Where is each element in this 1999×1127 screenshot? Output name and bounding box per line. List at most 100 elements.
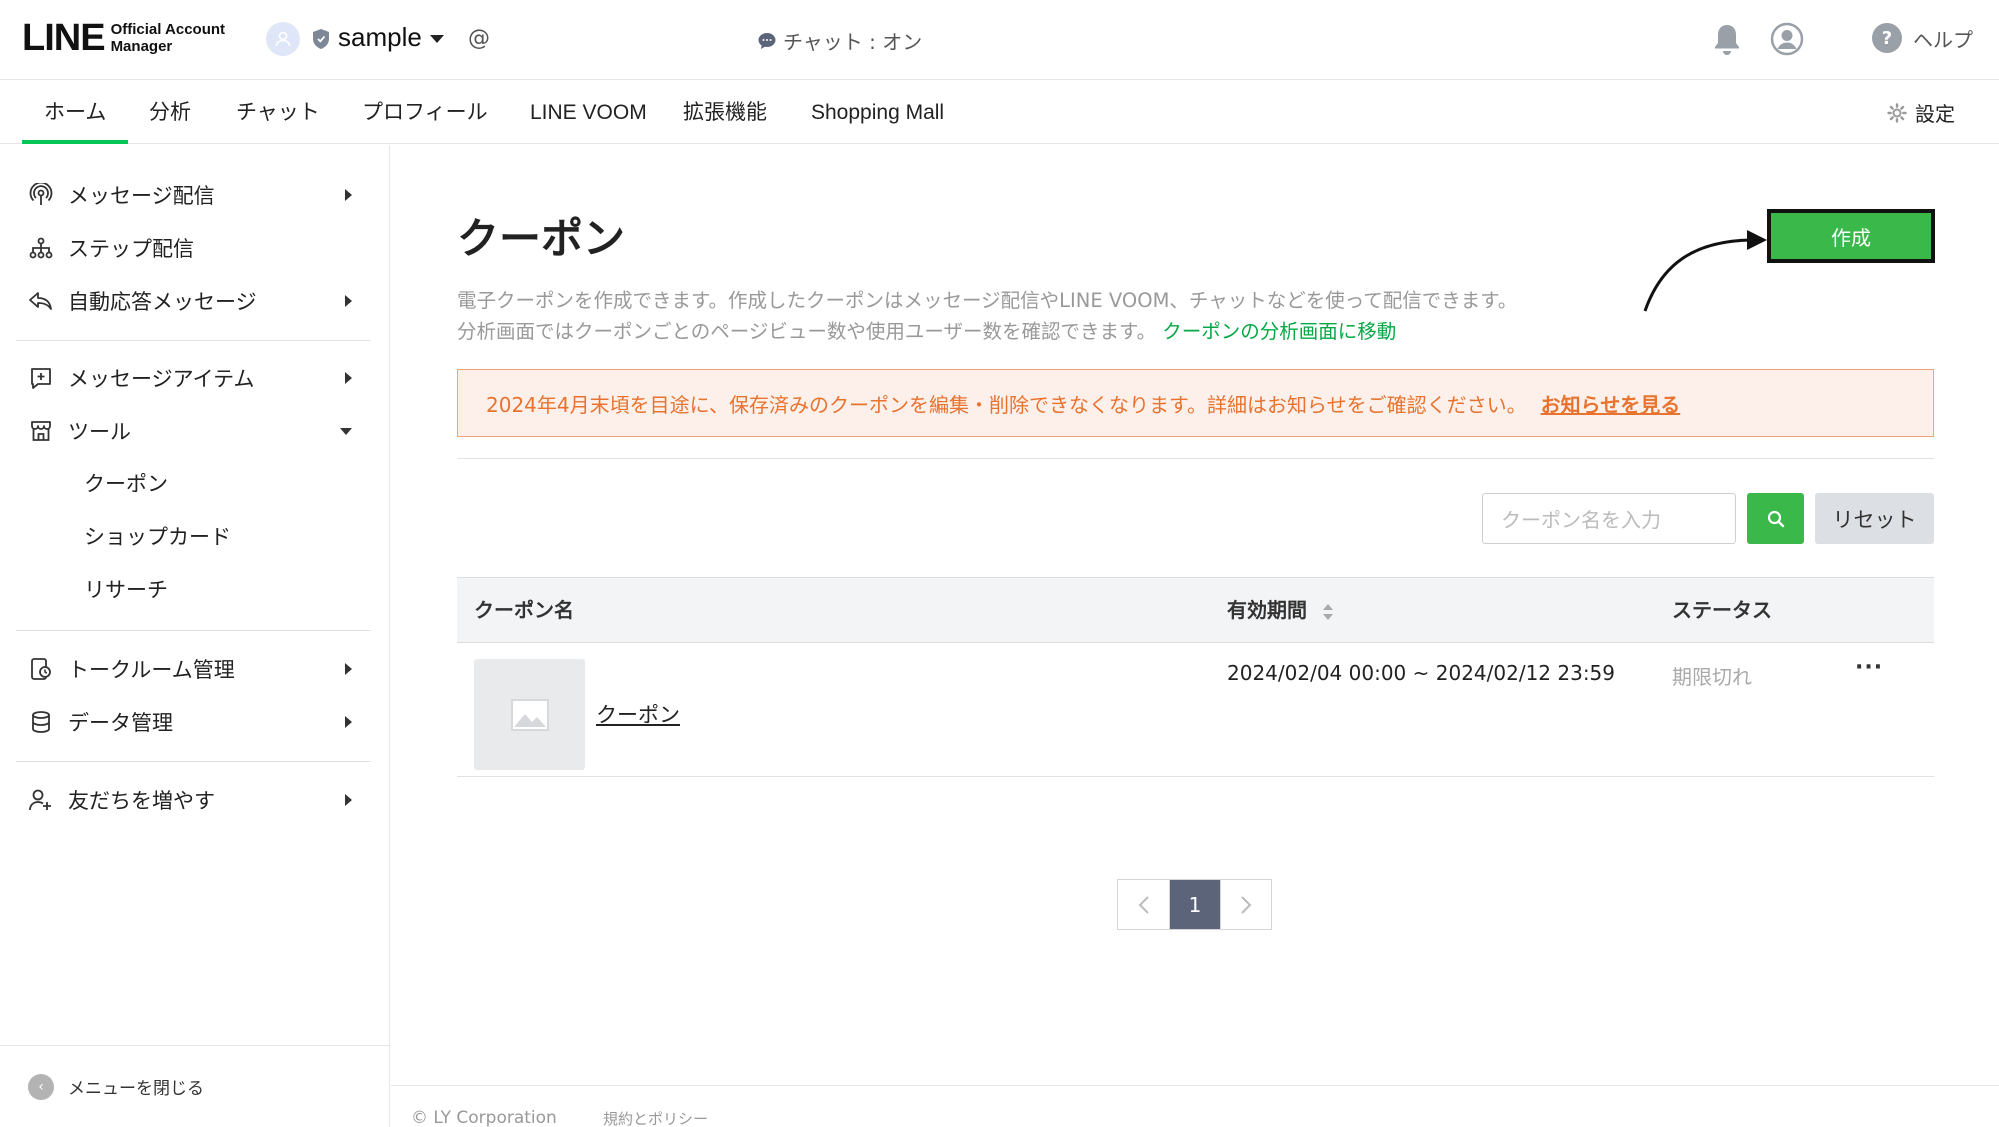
account-switch-caret-icon[interactable] xyxy=(430,35,444,43)
footer: © LY Corporation 規約とポリシー xyxy=(391,1085,1999,1127)
sidebar-item-message-delivery[interactable]: メッセージ配信 xyxy=(0,169,390,221)
account-avatar[interactable] xyxy=(266,22,300,56)
search-button[interactable] xyxy=(1747,493,1804,544)
chevron-left-icon xyxy=(1138,895,1149,914)
tab-shopping-mall[interactable]: Shopping Mall xyxy=(789,81,966,144)
notice-text: 2024年4月末頃を目途に、保存済みのクーポンを編集・削除できなくなります。詳細… xyxy=(486,392,1527,417)
tab-line-voom[interactable]: LINE VOOM xyxy=(508,81,669,144)
tab-chat[interactable]: チャット xyxy=(214,81,342,144)
tab-analytics[interactable]: 分析 xyxy=(127,81,213,144)
sidebar-item-label: トークルーム管理 xyxy=(68,658,235,682)
coupon-search-input[interactable]: クーポン名を入力 xyxy=(1482,493,1736,544)
sidebar-item-label: ステップ配信 xyxy=(68,237,194,261)
sidebar: メッセージ配信 ステップ配信 自動応答メッセージ メッセージアイテム ツール ク… xyxy=(0,145,390,1127)
search-icon xyxy=(1767,510,1784,527)
coupon-status: 期限切れ xyxy=(1672,665,1752,689)
shop-icon xyxy=(28,418,54,444)
sidebar-item-label: 友だちを増やす xyxy=(68,789,215,813)
chevron-right-icon xyxy=(345,295,352,307)
chat-status-toggle[interactable]: チャット : オン xyxy=(757,26,922,55)
talkroom-icon xyxy=(28,656,54,682)
account-id: @ xyxy=(468,26,490,51)
chevron-right-icon xyxy=(345,189,352,201)
chevron-right-icon xyxy=(345,663,352,675)
chevron-down-icon xyxy=(340,427,352,435)
step-tree-icon xyxy=(28,235,54,261)
sidebar-divider xyxy=(16,340,371,341)
tab-profile[interactable]: プロフィール xyxy=(340,81,510,144)
top-header: LINE Official Account Manager sample @ チ… xyxy=(0,0,1999,80)
column-header-status: ステータス xyxy=(1672,598,1772,622)
coupon-thumbnail xyxy=(474,659,585,770)
settings-label: 設定 xyxy=(1915,102,1955,126)
coupon-table-header: クーポン名 有効期間 ステータス xyxy=(457,577,1934,643)
table-row: クーポン 2024/02/04 00:00 ~ 2024/02/12 23:59… xyxy=(457,643,1934,777)
chevron-right-icon xyxy=(345,372,352,384)
more-options-icon[interactable]: ··· xyxy=(1855,655,1883,680)
account-name[interactable]: sample xyxy=(338,22,422,53)
sidebar-item-label: メッセージアイテム xyxy=(68,367,255,391)
footer-terms-link[interactable]: 規約とポリシー xyxy=(603,1108,708,1127)
sidebar-item-talkroom[interactable]: トークルーム管理 xyxy=(0,643,390,695)
sidebar-item-auto-reply[interactable]: 自動応答メッセージ xyxy=(0,275,390,327)
sidebar-item-data-management[interactable]: データ管理 xyxy=(0,696,390,748)
page-number-current[interactable]: 1 xyxy=(1169,880,1220,929)
prev-page-button[interactable] xyxy=(1118,880,1169,929)
main-content: クーポン 作成 電子クーポンを作成できます。作成したクーポンはメッセージ配信やL… xyxy=(391,145,1999,1127)
sidebar-divider xyxy=(16,630,371,631)
close-menu-button[interactable]: ‹ メニューを閉じる xyxy=(0,1045,390,1127)
sidebar-item-tools[interactable]: ツール xyxy=(0,405,390,457)
search-placeholder: クーポン名を入力 xyxy=(1501,508,1661,532)
sidebar-subitem-research[interactable]: リサーチ xyxy=(84,564,168,616)
next-page-button[interactable] xyxy=(1220,880,1271,929)
tab-home[interactable]: ホーム xyxy=(22,81,129,144)
sidebar-divider xyxy=(16,761,371,762)
settings-link[interactable]: 設定 xyxy=(1887,81,1955,144)
sidebar-item-grow-friends[interactable]: 友だちを増やす xyxy=(0,774,390,826)
line-oam-logo[interactable]: LINE Official Account Manager xyxy=(22,18,225,58)
sidebar-item-step-delivery[interactable]: ステップ配信 xyxy=(0,222,390,274)
chevron-right-icon xyxy=(345,716,352,728)
tab-extensions[interactable]: 拡張機能 xyxy=(661,81,789,144)
verified-shield-icon xyxy=(312,28,330,54)
chat-status-label: チャット : オン xyxy=(783,30,923,54)
sidebar-item-label: データ管理 xyxy=(68,711,173,735)
reply-icon xyxy=(28,288,54,314)
svg-text:?: ? xyxy=(1882,28,1892,49)
chat-bubble-icon xyxy=(758,32,776,49)
help-question-icon: ? xyxy=(1872,23,1902,53)
help-link[interactable]: ? ヘルプ xyxy=(1871,22,1973,54)
footer-copyright: © LY Corporation xyxy=(411,1108,557,1127)
account-person-icon xyxy=(275,31,291,47)
coupon-analysis-link[interactable]: クーポンの分析画面に移動 xyxy=(1162,320,1396,343)
sidebar-subitem-shop-card[interactable]: ショップカード xyxy=(84,511,231,563)
coupon-name-link[interactable]: クーポン xyxy=(596,699,680,729)
help-label: ヘルプ xyxy=(1913,27,1973,52)
section-divider xyxy=(457,458,1934,459)
database-icon xyxy=(28,709,54,735)
add-message-icon xyxy=(28,365,54,391)
column-header-name: クーポン名 xyxy=(474,598,574,622)
chevron-left-icon: ‹ xyxy=(28,1073,54,1100)
create-coupon-button[interactable]: 作成 xyxy=(1767,209,1935,263)
page-title: クーポン xyxy=(457,215,626,262)
reset-button[interactable]: リセット xyxy=(1815,493,1934,544)
page-description: 電子クーポンを作成できます。作成したクーポンはメッセージ配信やLINE VOOM… xyxy=(457,289,1518,343)
sidebar-subitem-coupon[interactable]: クーポン xyxy=(84,458,168,510)
sidebar-item-label: 自動応答メッセージ xyxy=(68,290,257,314)
broadcast-icon xyxy=(28,182,54,208)
image-placeholder-icon xyxy=(510,698,549,731)
column-header-period[interactable]: 有効期間 xyxy=(1227,578,1334,642)
chevron-right-icon xyxy=(345,794,352,806)
chevron-right-icon xyxy=(1241,895,1252,914)
sidebar-item-label: メッセージ配信 xyxy=(68,184,215,208)
logo-wordmark: LINE xyxy=(22,17,106,59)
user-profile-icon[interactable] xyxy=(1770,22,1804,60)
notification-bell-icon[interactable] xyxy=(1712,22,1742,60)
notice-link[interactable]: お知らせを見る xyxy=(1541,389,1681,418)
logo-subtitle: Official Account Manager xyxy=(110,21,226,55)
sidebar-item-label: ツール xyxy=(68,420,131,444)
coupon-period: 2024/02/04 00:00 ~ 2024/02/12 23:59 xyxy=(1227,661,1616,685)
sidebar-item-message-items[interactable]: メッセージアイテム xyxy=(0,352,390,404)
main-nav: ホーム 分析 チャット プロフィール LINE VOOM 拡張機能 Shoppi… xyxy=(0,81,1999,144)
